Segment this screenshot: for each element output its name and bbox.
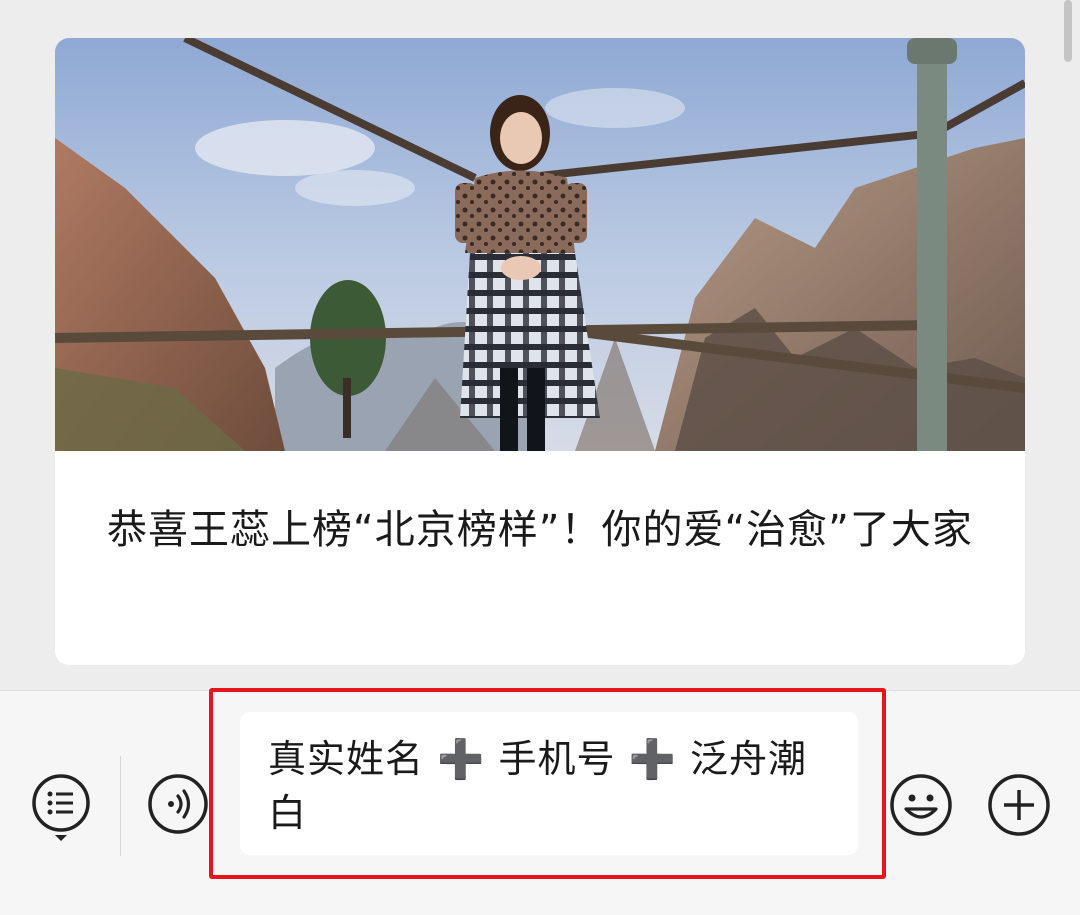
message-input-text[interactable]: 真实姓名 ➕ 手机号 ➕ 泛舟潮白 — [268, 732, 830, 840]
article-image — [55, 38, 1025, 451]
toolbar-divider — [120, 756, 121, 856]
voice-icon[interactable] — [147, 773, 209, 835]
plus-icon[interactable] — [987, 773, 1051, 837]
scrollbar[interactable] — [1064, 0, 1072, 62]
message-input[interactable]: 真实姓名 ➕ 手机号 ➕ 泛舟潮白 — [240, 712, 858, 855]
list-menu-icon[interactable] — [30, 772, 92, 842]
emoji-icon[interactable] — [889, 773, 953, 837]
article-card[interactable]: 恭喜王蕊上榜“北京榜样”！你的爱“治愈”了大家 — [55, 38, 1025, 665]
article-title[interactable]: 恭喜王蕊上榜“北京榜样”！你的爱“治愈”了大家 — [107, 498, 987, 562]
